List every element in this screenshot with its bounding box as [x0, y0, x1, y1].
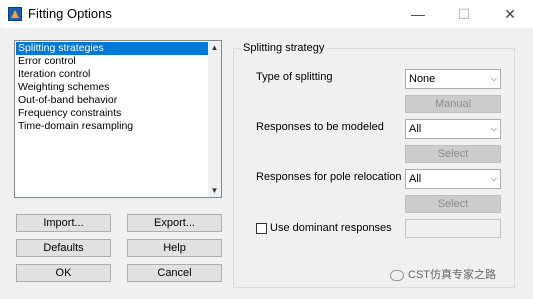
chevron-down-icon: ⌵: [490, 74, 497, 83]
dropdown-value: None: [409, 73, 436, 85]
ok-button[interactable]: OK: [16, 264, 111, 282]
chevron-down-icon: ⌵: [490, 174, 497, 183]
responses-modeled-label: Responses to be modeled: [256, 121, 384, 133]
watermark: CST仿真专家之路: [390, 266, 496, 282]
app-icon: [8, 7, 22, 21]
scroll-up-icon[interactable]: ▲: [208, 41, 221, 54]
list-item[interactable]: Iteration control: [16, 68, 90, 81]
list-item[interactable]: Weighting schemes: [16, 81, 109, 94]
list-item[interactable]: Splitting strategies: [16, 42, 208, 55]
type-of-splitting-label: Type of splitting: [256, 71, 333, 83]
close-button[interactable]: ✕: [487, 0, 533, 28]
list-item[interactable]: Out-of-band behavior: [16, 94, 117, 107]
dominant-responses-field[interactable]: [405, 219, 501, 238]
dropdown-value: All: [409, 123, 422, 135]
scroll-down-icon[interactable]: ▼: [208, 184, 221, 197]
manual-button[interactable]: Manual: [405, 95, 501, 113]
dominant-responses-checkbox[interactable]: [256, 223, 267, 234]
group-title: Splitting strategy: [241, 42, 327, 54]
minimize-button[interactable]: —: [395, 0, 441, 28]
title-bar[interactable]: Fitting Options — ☐ ✕: [0, 0, 533, 28]
export-button[interactable]: Export...: [127, 214, 222, 232]
import-button[interactable]: Import...: [16, 214, 111, 232]
dropdown-value: All: [409, 173, 422, 185]
select-pole-button[interactable]: Select: [405, 195, 501, 213]
list-scrollbar[interactable]: ▲ ▼: [208, 41, 221, 197]
watermark-text: CST仿真专家之路: [408, 269, 496, 281]
type-of-splitting-dropdown[interactable]: None ⌵: [405, 69, 501, 89]
window-title: Fitting Options: [28, 6, 112, 21]
responses-modeled-dropdown[interactable]: All ⌵: [405, 119, 501, 139]
list-item[interactable]: Time-domain resampling: [16, 120, 133, 133]
select-modeled-button[interactable]: Select: [405, 145, 501, 163]
pole-relocation-dropdown[interactable]: All ⌵: [405, 169, 501, 189]
options-listbox[interactable]: Splitting strategies Error control Itera…: [14, 40, 222, 198]
wechat-icon: [390, 269, 404, 281]
list-item[interactable]: Frequency constraints: [16, 107, 121, 120]
dominant-responses-label: Use dominant responses: [270, 222, 392, 234]
list-item[interactable]: Error control: [16, 55, 76, 68]
cancel-button[interactable]: Cancel: [127, 264, 222, 282]
defaults-button[interactable]: Defaults: [16, 239, 111, 257]
help-button[interactable]: Help: [127, 239, 222, 257]
chevron-down-icon: ⌵: [490, 124, 497, 133]
pole-relocation-label: Responses for pole relocation: [256, 171, 402, 183]
maximize-button[interactable]: ☐: [441, 0, 487, 28]
